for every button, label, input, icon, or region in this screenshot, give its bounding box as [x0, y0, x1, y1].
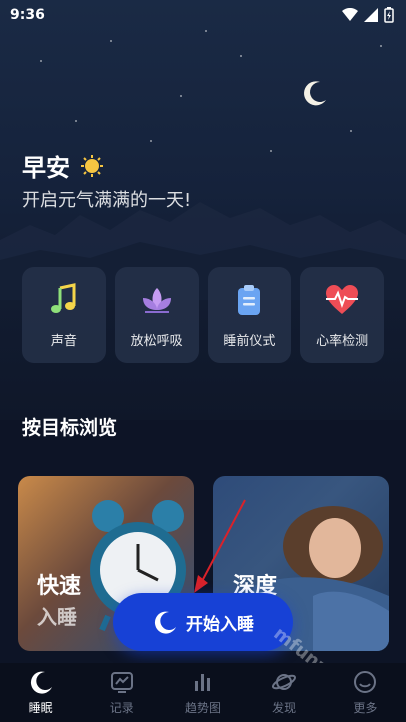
- browse-section-title: 按目标浏览: [22, 417, 118, 439]
- lotus-icon: [142, 287, 171, 313]
- red-arrow-annotation: [194, 499, 246, 593]
- tab-discover[interactable]: 发现: [254, 669, 314, 716]
- greeting-title: 早安: [22, 154, 70, 182]
- quick-action-sound[interactable]: 声音: [22, 267, 106, 363]
- moon-icon: [154, 611, 176, 634]
- quick-action-heartrate[interactable]: 心率检测: [300, 267, 384, 363]
- battery-icon: [384, 7, 394, 23]
- chart-screen-icon: [110, 672, 133, 693]
- music-note-icon: [50, 282, 76, 313]
- tab-label: 更多: [353, 701, 378, 715]
- start-sleep-label: 开始入睡: [186, 614, 254, 635]
- quick-action-label: 放松呼吸: [130, 333, 183, 349]
- bar-chart-icon: [194, 674, 210, 691]
- tab-label: 睡眠: [28, 701, 53, 715]
- wifi-icon: [342, 8, 358, 21]
- tab-record[interactable]: 记录: [92, 669, 152, 716]
- quick-action-label: 睡前仪式: [223, 333, 276, 349]
- crescent-moon-icon: [304, 81, 326, 106]
- moon-icon: [30, 671, 52, 694]
- tab-more[interactable]: 更多: [335, 669, 395, 716]
- tab-label: 趋势图: [184, 701, 221, 715]
- sun-icon: [81, 154, 103, 177]
- status-icons: [342, 7, 394, 23]
- status-time: 9:36: [10, 7, 45, 23]
- goal-card-title: 快速: [37, 574, 82, 599]
- quick-action-label: 心率检测: [316, 333, 369, 349]
- quick-action-label: 声音: [50, 333, 77, 349]
- tab-label: 发现: [272, 701, 297, 715]
- tab-trends[interactable]: 趋势图: [173, 669, 233, 716]
- signal-icon: [364, 8, 378, 22]
- tab-label: 记录: [109, 701, 134, 715]
- more-icon: [354, 671, 377, 693]
- status-bar: 9:36: [0, 0, 406, 30]
- planet-icon: [272, 674, 297, 690]
- greeting: 早安: [22, 148, 104, 183]
- start-sleep-button[interactable]: 开始入睡: [113, 593, 293, 651]
- heartbeat-icon: [326, 284, 359, 314]
- goal-card-subtitle: 入睡: [37, 605, 77, 629]
- quick-actions: 声音 放松呼吸 睡前仪式 心率检测: [22, 267, 384, 363]
- clipboard-icon: [238, 284, 261, 315]
- quick-action-ritual[interactable]: 睡前仪式: [207, 267, 292, 363]
- bottom-tab-bar: 睡眠 记录 趋势图 发现 更多: [0, 663, 406, 722]
- quick-action-breathing[interactable]: 放松呼吸: [114, 267, 199, 363]
- greeting-subtitle: 开启元气满满的一天!: [22, 190, 192, 211]
- tab-sleep[interactable]: 睡眠: [11, 669, 71, 716]
